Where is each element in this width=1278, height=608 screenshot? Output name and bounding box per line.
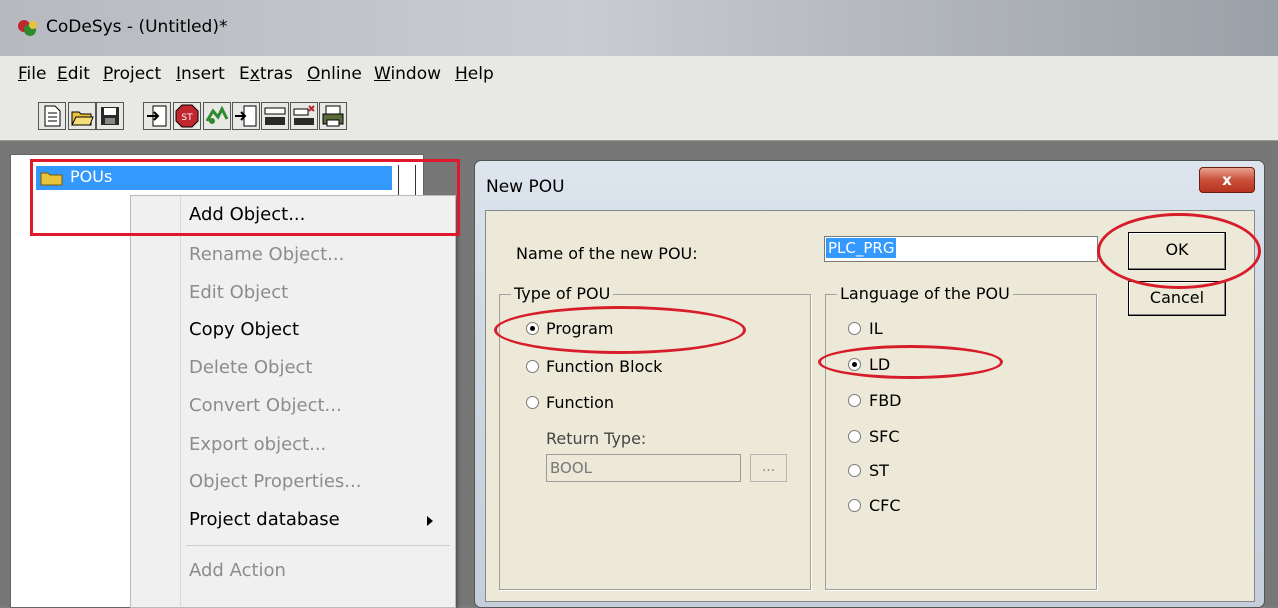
- toolbar: ST: [0, 90, 1278, 141]
- radio-st-label: ST: [869, 461, 889, 480]
- close-icon: x: [1222, 171, 1232, 189]
- menu-separator: [186, 545, 450, 546]
- return-type-browse-button[interactable]: ...: [750, 454, 787, 482]
- menu-file[interactable]: File: [18, 64, 46, 84]
- radio-cfc-label: CFC: [869, 496, 901, 515]
- menu-bar: File Edit Project Insert Extras Online W…: [0, 56, 1278, 90]
- menu-item-object-properties[interactable]: Object Properties...: [189, 471, 361, 492]
- highlight-add-object: [30, 159, 460, 236]
- print-icon[interactable]: [319, 102, 347, 130]
- menu-item-delete-object[interactable]: Delete Object: [189, 357, 313, 378]
- radio-cfc[interactable]: [848, 499, 861, 512]
- radio-sfc[interactable]: [848, 430, 861, 443]
- type-group-title: Type of POU: [511, 284, 614, 303]
- radio-function-block-label: Function Block: [546, 357, 663, 376]
- radio-fbd-label: FBD: [869, 391, 902, 410]
- menu-insert[interactable]: Insert: [176, 64, 225, 84]
- menu-item-convert-object[interactable]: Convert Object...: [189, 395, 342, 416]
- pou-name-value: PLC_PRG: [826, 238, 897, 258]
- menu-extras[interactable]: Extras: [239, 64, 293, 84]
- radio-function[interactable]: [526, 396, 539, 409]
- language-of-pou-group: [825, 294, 1097, 590]
- menu-item-edit-object[interactable]: Edit Object: [189, 282, 288, 303]
- radio-function-block[interactable]: [526, 360, 539, 373]
- language-group-title: Language of the POU: [837, 284, 1013, 303]
- monitor-icon[interactable]: [261, 102, 289, 130]
- highlight-ok-button: [1097, 213, 1261, 289]
- new-icon[interactable]: [38, 102, 66, 130]
- codesys-app-icon: [18, 20, 37, 36]
- menu-item-export-object[interactable]: Export object...: [189, 434, 326, 455]
- return-type-value: BOOL: [550, 459, 592, 477]
- context-menu-gutter: [180, 196, 181, 606]
- menu-item-add-action[interactable]: Add Action: [189, 560, 286, 581]
- title-bar: CoDeSys - (Untitled)*: [0, 0, 1278, 56]
- name-label: Name of the new POU:: [516, 244, 698, 263]
- stop-icon[interactable]: ST: [173, 102, 201, 130]
- step-icon[interactable]: [232, 102, 260, 130]
- menu-online[interactable]: Online: [307, 64, 362, 84]
- save-icon[interactable]: [96, 102, 124, 130]
- radio-sfc-label: SFC: [869, 427, 900, 446]
- menu-edit[interactable]: Edit: [57, 64, 90, 84]
- menu-item-copy-object[interactable]: Copy Object: [189, 319, 299, 340]
- menu-item-rename-object[interactable]: Rename Object...: [189, 244, 344, 265]
- radio-il-label: IL: [869, 319, 883, 338]
- submenu-arrow-icon: [427, 516, 433, 526]
- radio-fbd[interactable]: [848, 394, 861, 407]
- close-button[interactable]: x: [1199, 167, 1255, 193]
- menu-project[interactable]: Project: [103, 64, 161, 84]
- highlight-program-option: [494, 306, 746, 354]
- highlight-ld-option: [818, 345, 1003, 379]
- open-icon[interactable]: [68, 102, 96, 130]
- menu-help[interactable]: Help: [455, 64, 494, 84]
- menu-window[interactable]: Window: [374, 64, 441, 84]
- window-title: CoDeSys - (Untitled)*: [46, 17, 228, 37]
- svg-text:ST: ST: [181, 113, 193, 123]
- radio-st[interactable]: [848, 464, 861, 477]
- menu-item-project-database[interactable]: Project database: [189, 509, 340, 530]
- radio-il[interactable]: [848, 322, 861, 335]
- dialog-title: New POU: [486, 177, 565, 197]
- return-type-label: Return Type:: [546, 429, 647, 448]
- run-icon[interactable]: [203, 102, 231, 130]
- radio-function-label: Function: [546, 393, 615, 412]
- login-icon[interactable]: [143, 102, 171, 130]
- remove-icon[interactable]: [290, 102, 318, 130]
